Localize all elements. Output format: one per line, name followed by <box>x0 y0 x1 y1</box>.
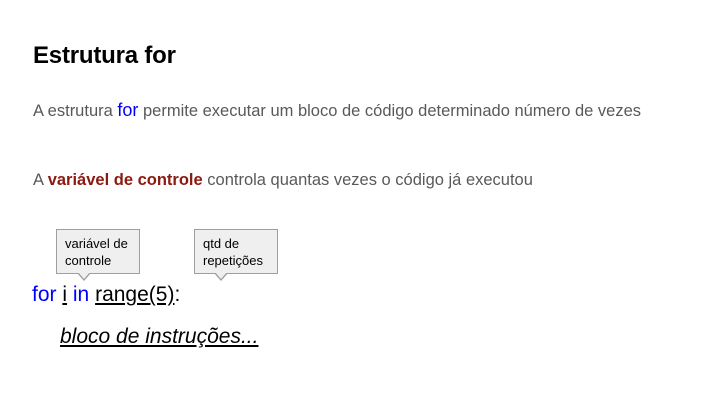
code-variable-i: i <box>62 283 68 306</box>
code-keyword-in: in <box>72 283 90 306</box>
for-description: A estrutura for permite executar um bloc… <box>33 97 673 125</box>
code-range-call: range(5) <box>95 283 175 306</box>
for-keyword-highlight: for <box>117 100 139 120</box>
callout-control-variable: variável de controle <box>56 229 140 274</box>
callout-control-variable-line1: variável de <box>65 236 128 251</box>
code-for-line: for i in range(5): <box>32 281 180 309</box>
callout-repetitions: qtd de repetições <box>194 229 278 274</box>
slide: Estrutura for A estrutura for permite ex… <box>0 0 720 405</box>
control-variable-after: controla quantas vezes o código já execu… <box>202 171 533 189</box>
callout-repetitions-line1: qtd de <box>203 236 240 251</box>
control-variable-before: A <box>33 171 48 189</box>
control-variable-highlight: variável de controle <box>47 171 203 189</box>
code-keyword-for: for <box>32 283 57 306</box>
callout-repetitions-pointer-fill <box>215 272 227 279</box>
for-description-after: permite executar um bloco de código dete… <box>138 102 642 120</box>
callout-control-variable-line2: controle <box>65 253 112 268</box>
slide-title: Estrutura for <box>33 42 176 69</box>
code-colon: : <box>174 283 181 306</box>
control-variable-description: A variável de controle controla quantas … <box>33 167 673 194</box>
code-block-placeholder: bloco de instruções... <box>60 325 259 348</box>
for-description-before: A estrutura <box>33 102 118 120</box>
callout-repetitions-line2: repetições <box>203 253 263 268</box>
callout-control-variable-pointer-fill <box>78 272 90 279</box>
